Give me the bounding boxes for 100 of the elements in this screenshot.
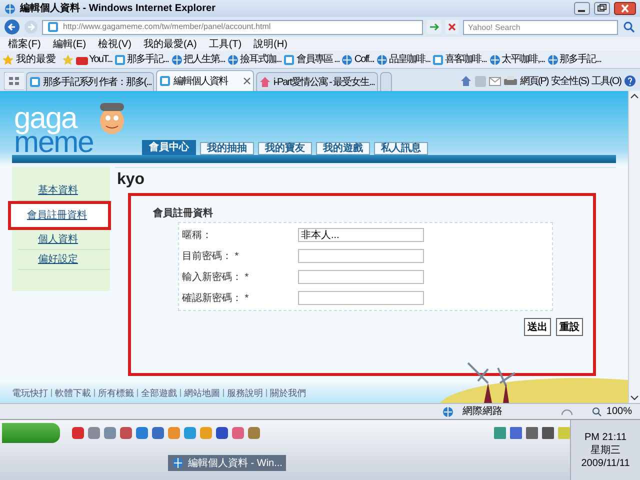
printer-icon[interactable]: [504, 76, 517, 86]
nav-tab[interactable]: 我的遊戲: [316, 142, 370, 155]
command-menu[interactable]: 網頁(P): [520, 74, 548, 88]
star-icon: [2, 54, 14, 66]
menu-item[interactable]: 說明(H): [254, 36, 288, 52]
clock-date: 2009/11/11: [581, 456, 630, 470]
footer-link[interactable]: 全部遊戲: [141, 386, 177, 400]
page-icon: [159, 75, 172, 87]
favorite-link[interactable]: YouT...: [76, 52, 112, 67]
menu-item[interactable]: 檔案(F): [8, 36, 41, 52]
footer-link[interactable]: 關於我們: [270, 386, 306, 400]
sidebar-link[interactable]: 會員註冊資料: [8, 201, 111, 230]
launcher-icon[interactable]: [88, 427, 100, 439]
favorite-link[interactable]: 會員專區 ...: [283, 52, 340, 67]
window-title: 編輯個人資料 - Windows Internet Explorer: [20, 2, 216, 16]
menu-item[interactable]: 我的最愛(A): [143, 36, 197, 52]
globe-icon: [546, 54, 559, 66]
launcher-icon[interactable]: [136, 427, 148, 439]
command-menu[interactable]: 工具(O): [592, 74, 621, 88]
footer-link[interactable]: 電玩快打: [12, 386, 48, 400]
favorite-link[interactable]: Coff...: [341, 52, 374, 67]
menu-item[interactable]: 編輯(E): [52, 36, 86, 52]
field-label: 目前密碼： *: [182, 250, 240, 264]
field-label: 暱稱：: [182, 228, 213, 242]
sidebar-link[interactable]: 偏好設定: [18, 250, 110, 270]
search-icon[interactable]: [622, 20, 636, 34]
back-icon[interactable]: [4, 19, 20, 35]
magnifier-icon: [592, 406, 602, 416]
favorite-link[interactable]: 喜客咖啡...: [432, 52, 487, 67]
forward-icon[interactable]: [24, 20, 38, 34]
username-heading: kyo: [115, 167, 616, 193]
footer-link[interactable]: 所有標籤: [98, 386, 134, 400]
zoom-button[interactable]: 100%: [592, 404, 632, 419]
mail-icon[interactable]: [488, 76, 501, 86]
launcher-icon[interactable]: [184, 427, 196, 439]
launcher-icon[interactable]: [104, 427, 116, 439]
footer-link[interactable]: 軟體下載: [55, 386, 91, 400]
favorites-button[interactable]: 我的最愛: [2, 52, 56, 67]
browser-tab[interactable]: 編輯個人資料: [156, 70, 254, 91]
form-title: 會員註冊資料: [153, 206, 214, 221]
form-button[interactable]: 送出: [524, 318, 551, 336]
favorite-link[interactable]: 太平咖啡,...: [488, 52, 545, 67]
menu-item[interactable]: 工具(T): [208, 36, 242, 52]
text-field[interactable]: [298, 270, 424, 284]
page-icon: [29, 76, 41, 88]
page-icon: [283, 54, 296, 66]
command-menu[interactable]: 安全性(S): [551, 74, 589, 88]
browser-tab[interactable]: i-Part愛情公寓 - 最受女生...: [256, 72, 378, 91]
address-field[interactable]: http://www.gagameme.com/tw/member/panel/account.html: [42, 20, 423, 34]
menu-item[interactable]: 檢視(V): [98, 36, 132, 52]
text-field[interactable]: [298, 291, 424, 305]
new-tab-button[interactable]: [380, 72, 392, 91]
globe-icon: [226, 54, 239, 66]
nav-tab[interactable]: 我的抽抽: [200, 142, 254, 155]
nav-tab[interactable]: 私人訊息: [374, 142, 428, 155]
field-label: 輸入新密碼： *: [182, 270, 250, 284]
launcher-icon[interactable]: [72, 427, 84, 439]
scrollbar[interactable]: [628, 91, 640, 403]
text-field[interactable]: [298, 249, 424, 263]
field-label: 確認新密碼： *: [182, 292, 250, 306]
launcher-icon[interactable]: [232, 427, 244, 439]
refresh-icon[interactable]: [427, 20, 441, 34]
start-button[interactable]: [2, 423, 60, 443]
minimize-icon[interactable]: [574, 2, 590, 15]
nav-tab[interactable]: 我的寶友: [258, 142, 312, 155]
taskbar-button[interactable]: 編輯個人資料 - Win...: [168, 455, 286, 471]
footer-link[interactable]: 網站地圖: [184, 386, 220, 400]
launcher-icon[interactable]: [120, 427, 132, 439]
nav-tab[interactable]: 會員中心: [142, 140, 196, 155]
text-field[interactable]: 非本人...: [298, 228, 424, 242]
globe-icon: [170, 54, 183, 66]
globe-icon: [4, 2, 16, 14]
launcher-icon[interactable]: [248, 427, 260, 439]
help-icon[interactable]: [624, 75, 636, 87]
stop-icon[interactable]: [445, 20, 459, 34]
sidebar-link[interactable]: 個人資料: [18, 230, 110, 250]
globe-icon: [442, 406, 454, 418]
page-icon: [47, 21, 59, 33]
favorite-link[interactable]: 把人生第...: [170, 52, 225, 67]
launcher-icon[interactable]: [152, 427, 164, 439]
close-tab-icon[interactable]: [243, 77, 252, 85]
footer-link[interactable]: 服務說明: [227, 386, 263, 400]
favorite-link[interactable]: 那多手記...: [114, 52, 169, 67]
clock-weekday: 星期三: [590, 444, 620, 456]
search-field[interactable]: Yahoo! Search: [463, 20, 618, 34]
globe-icon: [488, 54, 501, 66]
add-favorite-icon[interactable]: [62, 54, 74, 66]
globe-icon: [341, 54, 354, 66]
close-icon[interactable]: [614, 2, 636, 15]
page-icon: [432, 54, 444, 66]
restore-icon[interactable]: [594, 2, 610, 15]
favorite-link[interactable]: 品皇咖啡...: [376, 52, 430, 67]
launcher-icon[interactable]: [216, 427, 228, 439]
form-button[interactable]: 重設: [556, 318, 583, 336]
favorite-link[interactable]: 那多手記...: [546, 52, 602, 67]
zone-label: 網際網路: [462, 405, 504, 419]
tab-list-icon[interactable]: [4, 72, 24, 90]
globe-icon: [376, 54, 388, 66]
favorite-link[interactable]: 撿耳式咖...: [226, 52, 282, 67]
browser-tab[interactable]: 那多手記系列 作者：那多(...: [26, 72, 154, 91]
